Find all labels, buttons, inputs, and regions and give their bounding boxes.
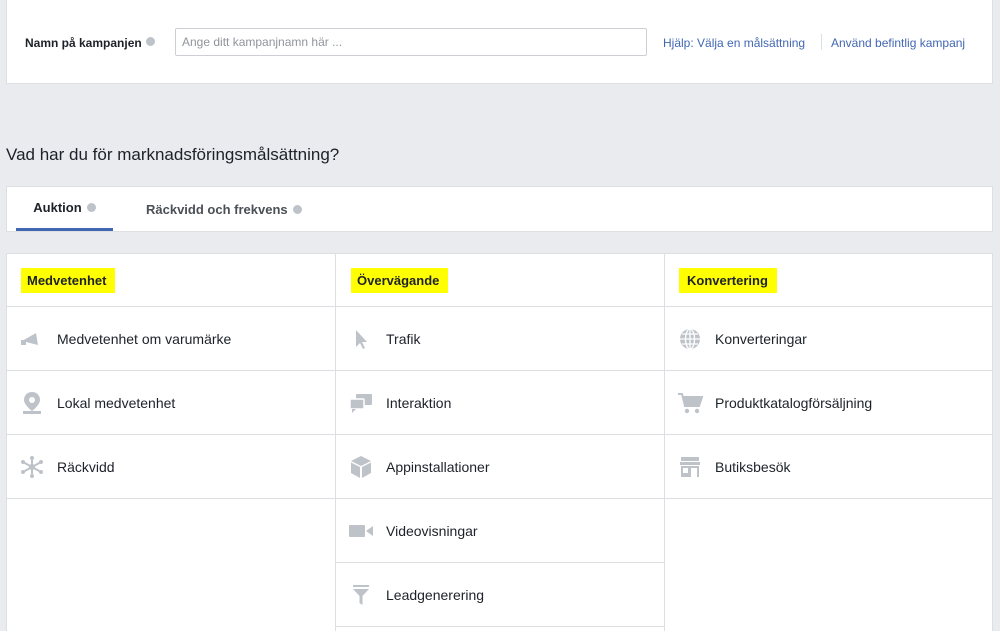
objective-local-awareness[interactable]: Lokal medvetenhet (7, 371, 335, 435)
column-heading: Konvertering (665, 254, 992, 307)
tab-reach-and-frequency[interactable]: Räckvidd och frekvens (146, 187, 302, 231)
use-existing-campaign-link[interactable]: Använd befintlig kampanj (831, 36, 965, 50)
objective-question: Vad har du för marknadsföringsmålsättnin… (6, 145, 340, 164)
column-awareness: Medvetenhet Medvetenhet om varumärke Lok… (7, 254, 336, 631)
tab-auction[interactable]: Auktion (16, 187, 113, 231)
network-icon (19, 454, 45, 480)
cursor-icon (348, 326, 374, 352)
help-choose-objective-link[interactable]: Hjälp: Välja en målsättning (663, 36, 805, 50)
column-heading: Övervägande (336, 254, 664, 307)
campaign-name-input[interactable] (175, 28, 647, 56)
megaphone-icon (19, 326, 45, 352)
shopping-cart-icon (677, 390, 703, 416)
objective-app-installs[interactable]: Appinstallationer (336, 435, 664, 499)
info-icon[interactable] (292, 204, 302, 214)
objective-reach[interactable]: Räckvidd (7, 435, 335, 499)
link-divider (821, 34, 822, 50)
column-conversion: Konvertering Konverteringar Produktkatal… (665, 254, 992, 631)
store-icon (677, 454, 703, 480)
objectives-grid: Medvetenhet Medvetenhet om varumärke Lok… (6, 253, 993, 631)
objective-conversions[interactable]: Konverteringar (665, 307, 992, 371)
column-heading: Medvetenhet (7, 254, 335, 307)
objective-store-visits[interactable]: Butiksbesök (665, 435, 992, 499)
globe-icon (677, 326, 703, 352)
objective-engagement[interactable]: Interaktion (336, 371, 664, 435)
video-camera-icon (348, 518, 374, 544)
objective-video-views[interactable]: Videovisningar (336, 499, 664, 563)
campaign-name-card: Namn på kampanjen Hjälp: Välja en målsät… (6, 0, 993, 84)
column-consideration: Övervägande Trafik Interaktion Appinstal… (336, 254, 665, 631)
funnel-icon (348, 582, 374, 608)
objective-brand-awareness[interactable]: Medvetenhet om varumärke (7, 307, 335, 371)
chat-bubbles-icon (348, 390, 374, 416)
info-icon[interactable] (145, 37, 155, 46)
campaign-name-label: Namn på kampanjen (25, 36, 155, 50)
box-icon (348, 454, 374, 480)
buying-type-tabs: Auktion Räckvidd och frekvens (6, 186, 993, 232)
objective-traffic[interactable]: Trafik (336, 307, 664, 371)
objective-lead-generation[interactable]: Leadgenerering (336, 563, 664, 627)
objective-catalog-sales[interactable]: Produktkatalogförsäljning (665, 371, 992, 435)
info-icon[interactable] (86, 203, 96, 212)
location-pin-icon (19, 390, 45, 416)
